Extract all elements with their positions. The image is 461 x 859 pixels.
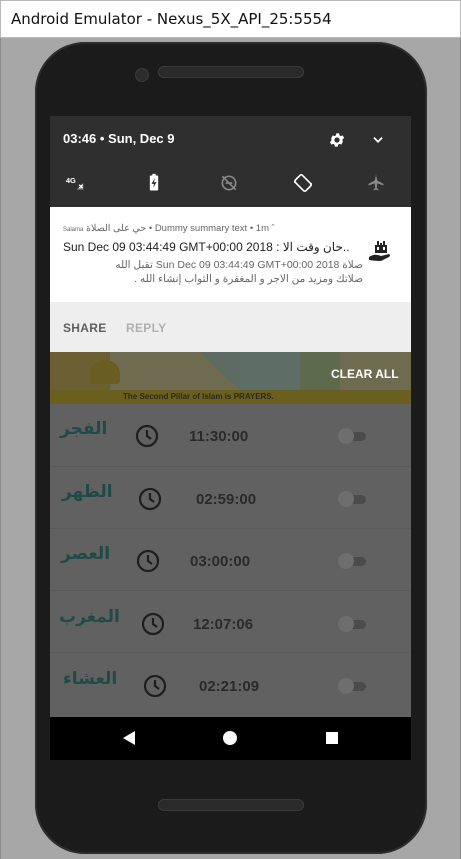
clock-icon <box>136 549 160 573</box>
alarm-toggle[interactable] <box>338 428 366 444</box>
prayer-time: 02:21:09 <box>199 678 260 695</box>
prayer-name: العصر <box>61 544 111 564</box>
prayer-name: المغرب <box>59 607 120 627</box>
prayer-name: الظهر <box>62 482 113 502</box>
clock-icon <box>138 487 162 511</box>
navigation-bar <box>50 717 411 760</box>
prayer-pose-icon <box>90 360 120 384</box>
device-screen: 03:46 • Sun, Dec 9 4G Salama حي على الصل… <box>50 116 411 760</box>
prayer-row-isha: العشاء 02:21:09 <box>50 652 411 714</box>
status-time-date: 03:46 • Sun, Dec 9 <box>63 131 175 146</box>
notification-header: Salama حي على الصلاة • Dummy summary tex… <box>63 223 275 234</box>
emulator-title-bar: Android Emulator - Nexus_5X_API_25:5554 <box>0 0 461 38</box>
do-not-disturb-off-icon[interactable] <box>219 173 239 193</box>
share-button[interactable]: SHARE <box>63 321 107 335</box>
prayer-notification[interactable]: Salama حي على الصلاة • Dummy summary tex… <box>50 207 411 352</box>
prayer-time: 02:59:00 <box>196 491 257 508</box>
airplane-mode-icon[interactable] <box>366 173 386 193</box>
alarm-toggle[interactable] <box>338 616 366 632</box>
clock-icon <box>141 612 165 636</box>
notification-body-line-1: صلاة Sun Dec 09 03:44:49 GMT+00:00 2018 … <box>115 259 363 271</box>
prayer-row-maghrib: المغرب 12:07:06 <box>50 590 411 653</box>
reply-button[interactable]: REPLY <box>126 321 166 335</box>
expand-chevron-icon[interactable] <box>371 133 385 147</box>
quick-settings-panel: 03:46 • Sun, Dec 9 4G <box>50 116 411 207</box>
prayer-row-fajr: الفجر 11:30:00 <box>50 404 411 467</box>
app-banner-image: The Second Pillar of Islam is PRAYERS. C… <box>50 352 411 404</box>
back-icon[interactable] <box>121 730 137 746</box>
mosque-hand-icon <box>369 241 390 261</box>
banner-shape <box>240 352 300 390</box>
home-icon[interactable] <box>223 731 237 745</box>
recent-apps-icon[interactable] <box>326 732 338 744</box>
toggle-knob <box>338 616 354 632</box>
notification-content[interactable]: Salama حي على الصلاة • Dummy summary tex… <box>50 207 411 302</box>
front-camera <box>135 68 149 82</box>
prayer-name: الفجر <box>60 419 108 439</box>
toggle-knob <box>338 428 354 444</box>
toggle-knob <box>338 491 354 507</box>
prayer-name: العشاء <box>63 669 118 689</box>
alarm-toggle[interactable] <box>338 678 366 694</box>
prayer-time: 11:30:00 <box>189 428 249 445</box>
prayer-time: 12:07:06 <box>193 616 254 633</box>
4g-signal-icon[interactable]: 4G <box>65 173 85 193</box>
clear-all-button[interactable]: CLEAR ALL <box>331 367 399 381</box>
auto-rotate-icon[interactable] <box>293 173 313 193</box>
prayer-row-asr: العصر 03:00:00 <box>50 528 411 591</box>
battery-saver-icon[interactable] <box>144 173 164 193</box>
network-label: 4G <box>66 176 76 185</box>
clock-icon <box>143 674 167 698</box>
clock-icon <box>135 424 159 448</box>
toggle-knob <box>338 553 354 569</box>
bottom-speaker <box>158 799 304 811</box>
notification-body-line-2: صلاتك ومزيد من الاجر و المغفرة و الثواب … <box>134 273 363 285</box>
notification-title: Sun Dec 09 03:44:49 GMT+00:00 2018 : حان… <box>63 240 350 254</box>
notification-app-name: Salama <box>63 227 84 233</box>
window-title: Android Emulator - Nexus_5X_API_25:5554 <box>11 10 332 28</box>
settings-gear-icon[interactable] <box>328 131 346 149</box>
prayer-time: 03:00:00 <box>190 553 251 570</box>
notification-header-text: حي على الصلاة • Dummy summary text • 1m … <box>85 223 275 234</box>
toggle-knob <box>338 678 354 694</box>
notification-actions: SHARE REPLY <box>50 302 411 352</box>
prayer-times-list: الفجر 11:30:00 الظهر 02:59:00 العصر 03:0… <box>50 404 411 717</box>
alarm-toggle[interactable] <box>338 553 366 569</box>
top-speaker <box>158 66 304 78</box>
banner-caption: The Second Pillar of Islam is PRAYERS. <box>123 392 274 401</box>
alarm-toggle[interactable] <box>338 491 366 507</box>
prayer-row-dhuhr: الظهر 02:59:00 <box>50 466 411 529</box>
